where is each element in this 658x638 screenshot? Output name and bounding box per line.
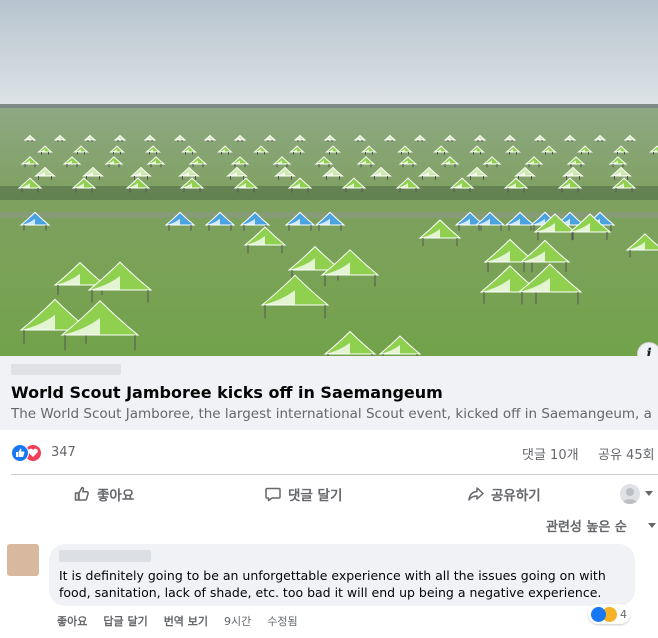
post-actions: 좋아요 댓글 달기 공유하기: [0, 478, 658, 510]
info-icon[interactable]: i: [637, 342, 658, 356]
account-avatar[interactable]: [620, 484, 640, 504]
comment-sort-dropdown[interactable]: 관련성 높은 순: [546, 516, 627, 535]
thumbs-up-icon: [74, 486, 89, 501]
post-stats: 347 댓글 10개 공유 45회: [0, 430, 658, 474]
comment-translate-link[interactable]: 번역 보기: [164, 613, 208, 629]
tents-field-photo: [0, 0, 658, 356]
share-button[interactable]: 공유하기: [467, 482, 541, 506]
comment-reactions[interactable]: 4: [588, 604, 630, 624]
comment-like-link[interactable]: 좋아요: [57, 613, 87, 629]
commenter-name-placeholder[interactable]: [59, 550, 151, 562]
share-count[interactable]: 공유 45회: [598, 444, 655, 463]
comment-text: It is definitely going to be an unforget…: [59, 568, 606, 600]
link-preview[interactable]: World Scout Jamboree kicks off in Saeman…: [0, 356, 658, 430]
link-description: The World Scout Jamboree, the largest in…: [11, 406, 657, 422]
comment-bubble: It is definitely going to be an unforget…: [49, 544, 635, 606]
link-title[interactable]: World Scout Jamboree kicks off in Saeman…: [11, 383, 443, 402]
link-domain-placeholder: [11, 364, 121, 375]
commenter-avatar[interactable]: [7, 544, 39, 576]
post-image[interactable]: i: [0, 0, 658, 356]
chevron-down-icon[interactable]: [645, 491, 653, 496]
like-icon: [11, 444, 29, 462]
divider: [11, 474, 658, 475]
chevron-down-icon[interactable]: [648, 523, 656, 528]
like-button[interactable]: 좋아요: [73, 482, 134, 506]
comment-timestamp[interactable]: 9시간: [224, 613, 251, 629]
like-label: 좋아요: [97, 488, 135, 504]
share-label: 공유하기: [491, 488, 541, 504]
comment-button[interactable]: 댓글 달기: [264, 482, 342, 506]
reaction-count[interactable]: 347: [51, 445, 76, 460]
comment-reaction-count: 4: [620, 607, 627, 621]
share-arrow-icon: [468, 487, 484, 501]
comment-reply-link[interactable]: 답글 달기: [103, 613, 147, 629]
comment-count[interactable]: 댓글 10개: [522, 444, 579, 463]
comment-actions: 좋아요 답글 달기 번역 보기 9시간 수정됨: [57, 613, 298, 629]
comment-label: 댓글 달기: [288, 488, 343, 504]
like-icon: [591, 606, 606, 622]
comment-icon: [265, 487, 281, 502]
comment-edited-label: 수정됨: [267, 615, 298, 628]
